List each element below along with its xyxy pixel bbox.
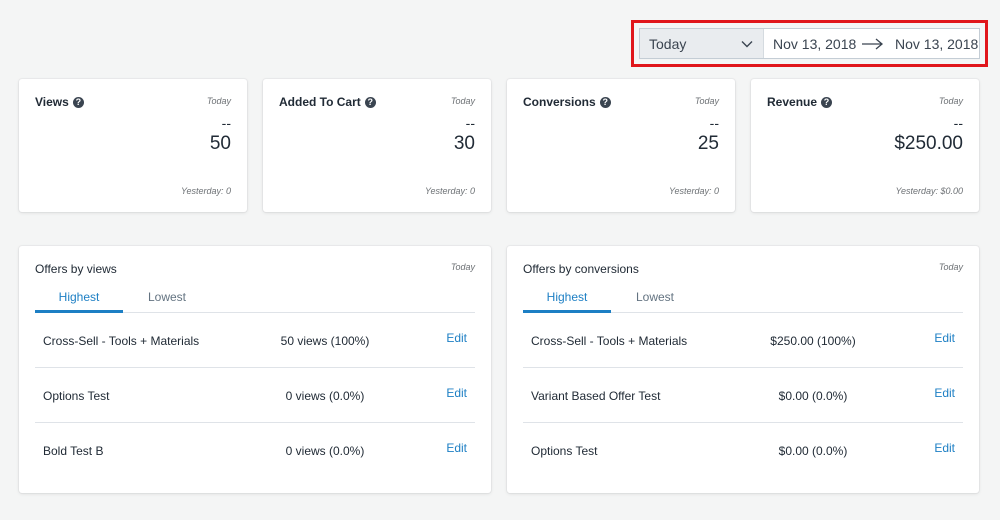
- tab-lowest[interactable]: Lowest: [123, 285, 211, 312]
- metric-period: Today: [450, 96, 475, 106]
- tab-lowest[interactable]: Lowest: [611, 285, 699, 312]
- offer-metric: $0.00 (0.0%): [778, 444, 848, 458]
- metric-period: Today: [694, 96, 719, 106]
- card-title: Offers by conversions: [523, 262, 639, 276]
- metric-value: 50: [209, 133, 231, 154]
- metric-title-label: Added To Cart: [279, 95, 361, 109]
- metric-value: 30: [453, 133, 475, 154]
- tab-bar: Highest Lowest: [35, 285, 475, 313]
- metric-yesterday: Yesterday: 0: [180, 186, 231, 196]
- edit-link[interactable]: Edit: [446, 386, 467, 400]
- offer-name: Cross-Sell - Tools + Materials: [531, 334, 688, 348]
- table-row: Cross-Sell - Tools + Materials $250.00 (…: [523, 313, 963, 368]
- metric-title-label: Revenue: [767, 95, 818, 109]
- tab-bar: Highest Lowest: [523, 285, 963, 313]
- metric-yesterday: Yesterday: 0: [668, 186, 719, 196]
- offer-metric: $250.00 (100%): [770, 334, 856, 348]
- card-period: Today: [938, 262, 963, 272]
- offers-by-conversions-card: Offers by conversions Today Highest Lowe…: [507, 246, 979, 493]
- chevron-down-icon: [741, 40, 753, 47]
- table-row: Options Test $0.00 (0.0%) Edit: [523, 423, 963, 478]
- date-range-preset-label: Today: [649, 35, 687, 52]
- metric-previous: --: [953, 115, 963, 131]
- offer-metric: 0 views (0.0%): [285, 389, 365, 403]
- metric-value: 25: [697, 133, 719, 154]
- offer-list: Cross-Sell - Tools + Materials $250.00 (…: [523, 313, 963, 478]
- offer-metric: $0.00 (0.0%): [778, 389, 848, 403]
- tab-highest[interactable]: Highest: [35, 285, 123, 313]
- card-title: Offers by views: [35, 262, 117, 276]
- offer-name: Cross-Sell - Tools + Materials: [43, 334, 200, 348]
- date-range-preset-select[interactable]: Today: [640, 29, 764, 58]
- arrow-separator: [862, 29, 890, 58]
- offer-name: Options Test: [43, 389, 110, 403]
- metric-period: Today: [938, 96, 963, 106]
- table-row: Options Test 0 views (0.0%) Edit: [35, 368, 475, 423]
- metric-title-label: Views: [35, 95, 69, 109]
- offer-name: Variant Based Offer Test: [531, 389, 661, 403]
- end-date-value: Nov 13, 2018: [895, 35, 979, 52]
- help-icon[interactable]: ?: [599, 96, 611, 108]
- table-row: Bold Test B 0 views (0.0%) Edit: [35, 423, 475, 478]
- metric-title-label: Conversions: [523, 95, 596, 109]
- help-icon[interactable]: ?: [72, 96, 84, 108]
- offer-list: Cross-Sell - Tools + Materials 50 views …: [35, 313, 475, 478]
- metric-title: Added To Cart ?: [279, 95, 376, 109]
- metric-title: Revenue ?: [767, 95, 833, 109]
- metric-yesterday: Yesterday: 0: [424, 186, 475, 196]
- edit-link[interactable]: Edit: [934, 441, 955, 455]
- date-range-picker: Today Nov 13, 2018 Nov 13, 2018: [639, 28, 980, 59]
- table-row: Variant Based Offer Test $0.00 (0.0%) Ed…: [523, 368, 963, 423]
- tab-highest[interactable]: Highest: [523, 285, 611, 313]
- metric-yesterday: Yesterday: $0.00: [895, 186, 963, 196]
- start-date-input[interactable]: Nov 13, 2018: [764, 29, 862, 58]
- start-date-value: Nov 13, 2018: [773, 35, 857, 52]
- table-row: Cross-Sell - Tools + Materials 50 views …: [35, 313, 475, 368]
- edit-link[interactable]: Edit: [446, 441, 467, 455]
- metric-previous: --: [465, 115, 475, 131]
- metric-card-revenue: Revenue ? Today -- $250.00 Yesterday: $0…: [751, 79, 979, 212]
- date-range-highlight: Today Nov 13, 2018 Nov 13, 2018: [631, 20, 988, 67]
- end-date-input[interactable]: Nov 13, 2018: [890, 29, 978, 58]
- metric-period: Today: [206, 96, 231, 106]
- metric-value: $250.00: [894, 133, 963, 154]
- offer-metric: 0 views (0.0%): [285, 444, 365, 458]
- arrow-right-icon: [862, 38, 884, 49]
- metric-card-conversions: Conversions ? Today -- 25 Yesterday: 0: [507, 79, 735, 212]
- edit-link[interactable]: Edit: [934, 386, 955, 400]
- card-period: Today: [450, 262, 475, 272]
- offer-name: Bold Test B: [43, 444, 104, 458]
- metric-title: Conversions ?: [523, 95, 611, 109]
- help-icon[interactable]: ?: [821, 96, 833, 108]
- metric-previous: --: [221, 115, 231, 131]
- offer-name: Options Test: [531, 444, 598, 458]
- metric-card-views: Views ? Today -- 50 Yesterday: 0: [19, 79, 247, 212]
- edit-link[interactable]: Edit: [446, 331, 467, 345]
- offers-by-views-card: Offers by views Today Highest Lowest Cro…: [19, 246, 491, 493]
- edit-link[interactable]: Edit: [934, 331, 955, 345]
- help-icon[interactable]: ?: [364, 96, 376, 108]
- metric-title: Views ?: [35, 95, 84, 109]
- offer-metric: 50 views (100%): [280, 334, 370, 348]
- metric-card-added-to-cart: Added To Cart ? Today -- 30 Yesterday: 0: [263, 79, 491, 212]
- metric-previous: --: [709, 115, 719, 131]
